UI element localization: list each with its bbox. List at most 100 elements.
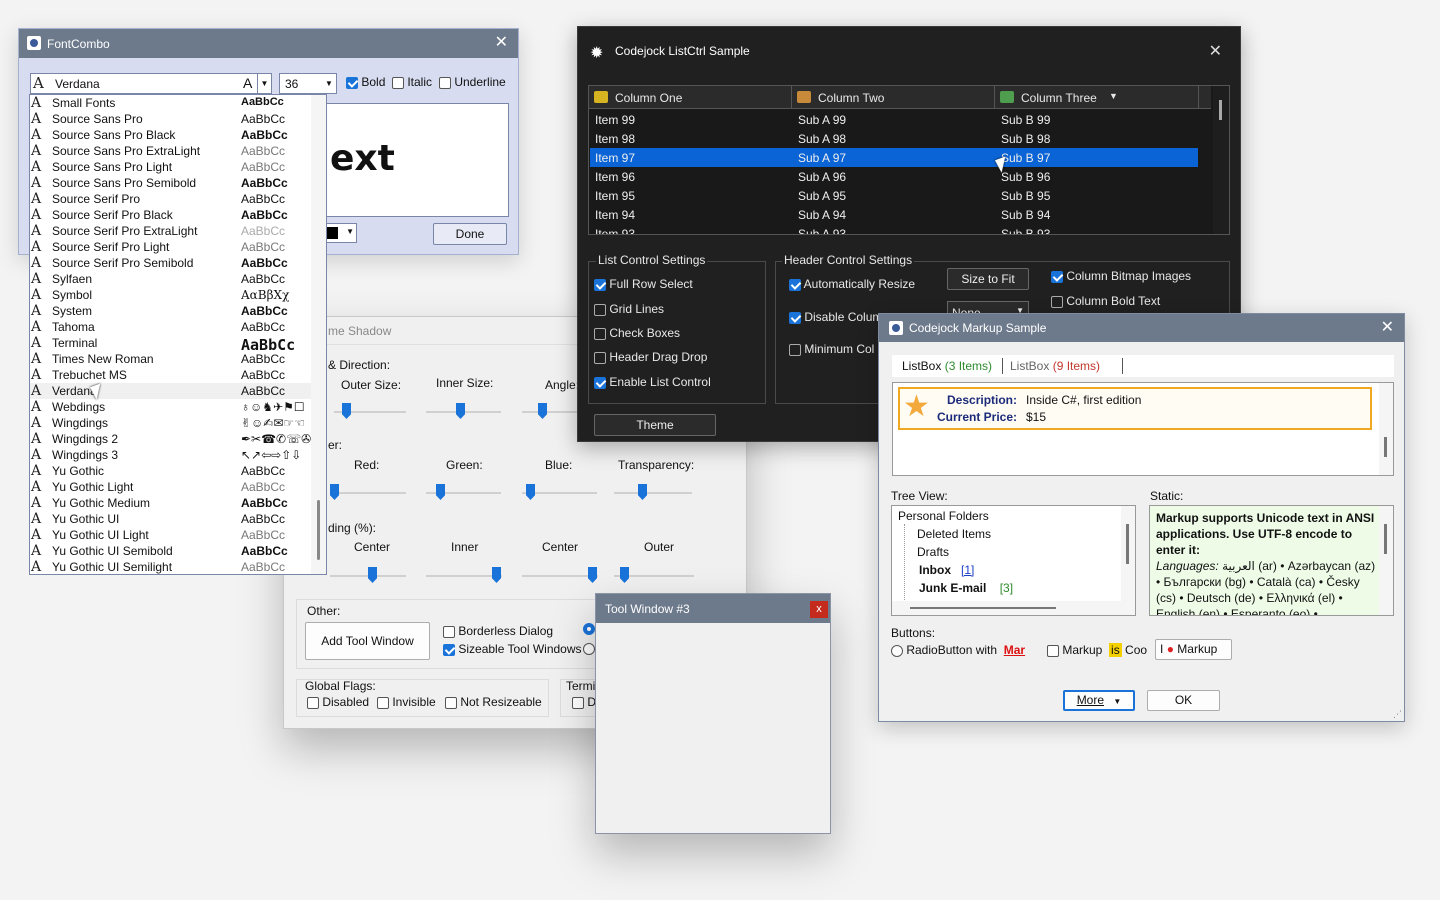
- disable-column-checkbox[interactable]: [789, 311, 801, 324]
- font-list-item[interactable]: A Wingdings 2 ✒✂☎✆☏✇: [30, 431, 312, 447]
- column-bitmap-images-checkbox[interactable]: [1051, 270, 1063, 283]
- list-control[interactable]: Column One Column Two Column Three ▼ Ite…: [588, 85, 1230, 235]
- borderless-dialog-checkbox[interactable]: [443, 625, 455, 638]
- font-list-item[interactable]: A Verdana AaBbCc: [30, 383, 312, 399]
- terminate-checkbox[interactable]: [572, 696, 584, 709]
- blend-center2-slider[interactable]: [522, 566, 598, 586]
- font-list-item[interactable]: A Source Sans Pro Semibold AaBbCc: [30, 175, 312, 191]
- font-list-item[interactable]: A Source Sans Pro ExtraLight AaBbCc: [30, 143, 312, 159]
- font-list-item[interactable]: A Yu Gothic UI Light AaBbCc: [30, 527, 312, 543]
- grid-lines-checkbox[interactable]: [594, 303, 606, 316]
- invisible-option[interactable]: Invisible: [377, 695, 436, 709]
- tab-listbox-9[interactable]: ListBox (9 Items): [1010, 359, 1100, 373]
- header-drag-drop-checkbox[interactable]: [594, 351, 606, 364]
- tree-deleted-items[interactable]: Deleted Items: [917, 527, 991, 541]
- selected-book-item[interactable]: ★ Description: Inside C#, first edition …: [898, 387, 1372, 430]
- font-list-item[interactable]: A Small Fonts AaBbCc: [30, 95, 312, 111]
- font-list-item[interactable]: A Source Serif Pro Light AaBbCc: [30, 239, 312, 255]
- outer-size-slider[interactable]: [334, 402, 406, 422]
- enable-list-control-checkbox[interactable]: [594, 376, 606, 389]
- font-dropdown-list[interactable]: A Small Fonts AaBbCc A Source Sans Pro AaBbCc…: [29, 94, 327, 575]
- resize-grip-icon[interactable]: ⋰: [1393, 709, 1402, 720]
- blend-inner-slider[interactable]: [426, 566, 502, 586]
- listctrl-titlebar[interactable]: ✹ Codejock ListCtrl Sample ✕: [578, 27, 1240, 77]
- font-list-item[interactable]: A Source Serif Pro ExtraLight AaBbCc: [30, 223, 312, 239]
- minimum-col-option[interactable]: Minimum Col: [789, 342, 874, 356]
- italic-option[interactable]: Italic: [392, 75, 432, 89]
- listbox-content[interactable]: ★ Description: Inside C#, first edition …: [892, 382, 1394, 476]
- table-row[interactable]: Item 98 Sub A 98 Sub B 98: [590, 129, 1198, 148]
- header-drag-drop-option[interactable]: Header Drag Drop: [594, 350, 707, 364]
- grid-lines-option[interactable]: Grid Lines: [594, 302, 664, 316]
- check-boxes-checkbox[interactable]: [594, 327, 606, 340]
- font-list-item[interactable]: A Source Serif Pro AaBbCc: [30, 191, 312, 207]
- tree-inbox[interactable]: Inbox [1]: [919, 563, 974, 577]
- column-one-header[interactable]: Column One: [589, 86, 792, 109]
- full-row-select-checkbox[interactable]: [594, 278, 606, 291]
- font-list-item[interactable]: A System AaBbCc: [30, 303, 312, 319]
- column-bold-text-checkbox[interactable]: [1051, 295, 1063, 308]
- chevron-down-icon[interactable]: ▼: [346, 227, 354, 236]
- auto-resize-option[interactable]: Automatically Resize: [789, 277, 915, 291]
- not-resizeable-option[interactable]: Not Resizeable: [445, 695, 542, 709]
- font-list-item[interactable]: A Yu Gothic UI Semibold AaBbCc: [30, 543, 312, 559]
- radio-option-2[interactable]: [583, 643, 595, 655]
- blue-slider[interactable]: [522, 483, 597, 503]
- table-row[interactable]: Item 96 Sub A 96 Sub B 96: [590, 167, 1198, 186]
- auto-resize-checkbox[interactable]: [789, 278, 801, 291]
- font-list-item[interactable]: A Wingdings 3 ↖↗⇦⇨⇧⇩: [30, 447, 312, 463]
- sizeable-tool-windows-option[interactable]: Sizeable Tool Windows: [443, 642, 582, 656]
- disable-column-option[interactable]: Disable Colum: [789, 310, 882, 324]
- tree-view[interactable]: Personal Folders Deleted Items Drafts In…: [891, 505, 1136, 616]
- sizeable-tool-windows-checkbox[interactable]: [443, 643, 455, 656]
- column-two-header[interactable]: Column Two: [792, 86, 995, 109]
- tree-hscrollbar[interactable]: [892, 601, 1135, 615]
- red-slider[interactable]: [330, 483, 406, 503]
- font-list-item[interactable]: A Times New Roman AaBbCc: [30, 351, 312, 367]
- radio-option-1[interactable]: [583, 623, 595, 635]
- font-size-combo[interactable]: 36 ▼: [279, 73, 337, 94]
- full-row-select-option[interactable]: Full Row Select: [594, 277, 693, 291]
- table-row[interactable]: Item 94 Sub A 94 Sub B 94: [590, 205, 1198, 224]
- scrollbar-thumb[interactable]: [317, 500, 320, 560]
- transparency-slider[interactable]: [614, 483, 692, 503]
- scrollbar-thumb[interactable]: [1219, 100, 1222, 120]
- font-list-item[interactable]: A Yu Gothic Medium AaBbCc: [30, 495, 312, 511]
- not-resizeable-checkbox[interactable]: [445, 696, 457, 709]
- bold-option[interactable]: Bold: [346, 75, 385, 89]
- scrollbar-thumb[interactable]: [910, 607, 1056, 609]
- font-list-item[interactable]: A Source Serif Pro Semibold AaBbCc: [30, 255, 312, 271]
- size-to-fit-button[interactable]: Size to Fit: [947, 268, 1029, 290]
- font-list-item[interactable]: A Symbol ΑαΒβΧχ: [30, 287, 312, 303]
- markup-radio[interactable]: [891, 644, 903, 657]
- font-list-item[interactable]: A Source Sans Pro Black AaBbCc: [30, 127, 312, 143]
- inner-size-slider[interactable]: [426, 402, 501, 422]
- chevron-down-icon[interactable]: ▼: [257, 74, 271, 93]
- static-scrollbar[interactable]: [1379, 506, 1393, 615]
- font-list-item[interactable]: A Source Serif Pro Black AaBbCc: [30, 207, 312, 223]
- tab-listbox-3[interactable]: ListBox (3 Items): [902, 359, 992, 373]
- theme-button[interactable]: Theme: [594, 414, 716, 436]
- markup-checkbox[interactable]: [1047, 644, 1059, 657]
- green-slider[interactable]: [426, 483, 501, 503]
- minimum-col-checkbox[interactable]: [789, 343, 801, 356]
- done-button[interactable]: Done: [433, 223, 507, 245]
- check-boxes-option[interactable]: Check Boxes: [594, 326, 680, 340]
- font-list-item[interactable]: A Yu Gothic UI Semilight AaBbCc: [30, 559, 312, 575]
- tool-window-titlebar[interactable]: Tool Window #3 x: [596, 594, 830, 623]
- markup-checkbox-option[interactable]: Markup is Coo: [1047, 643, 1147, 657]
- disabled-option[interactable]: Disabled: [307, 695, 369, 709]
- table-row[interactable]: Item 97 Sub A 97 Sub B 97: [590, 148, 1198, 167]
- terminate-option[interactable]: D: [572, 695, 596, 709]
- more-button[interactable]: More ▼: [1063, 690, 1135, 711]
- listbox-scrollbar[interactable]: [1379, 383, 1393, 475]
- font-list-item[interactable]: A Wingdings ✌☺✍✉☞☜: [30, 415, 312, 431]
- font-list-item[interactable]: A Webdings ♁☺♞✈⚑☐: [30, 399, 312, 415]
- borderless-dialog-option[interactable]: Borderless Dialog: [443, 624, 553, 638]
- blend-outer-slider[interactable]: [614, 566, 694, 586]
- font-list-item[interactable]: A Source Sans Pro AaBbCc: [30, 111, 312, 127]
- font-list-scrollbar[interactable]: [311, 95, 326, 574]
- list-scrollbar[interactable]: [1213, 86, 1229, 234]
- font-list-item[interactable]: A Source Sans Pro Light AaBbCc: [30, 159, 312, 175]
- font-list-item[interactable]: A Yu Gothic AaBbCc: [30, 463, 312, 479]
